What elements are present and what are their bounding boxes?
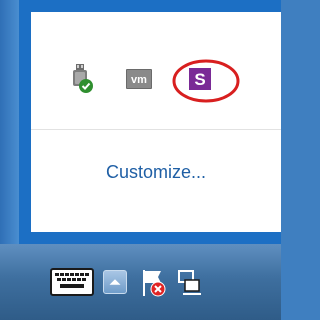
vm-icon-label: vm bbox=[131, 74, 147, 86]
overflow-panel: vm S Customize... bbox=[31, 12, 281, 232]
usb-safely-remove-icon[interactable] bbox=[68, 64, 94, 94]
customize-link[interactable]: Customize... bbox=[31, 162, 281, 183]
highlight-ellipse bbox=[172, 59, 240, 103]
taskbar bbox=[0, 244, 281, 320]
show-hidden-icons-button[interactable] bbox=[103, 270, 127, 294]
notification-overflow-popup: vm S Customize... bbox=[19, 0, 281, 244]
desktop-background bbox=[0, 0, 19, 244]
action-center-flag-icon[interactable] bbox=[138, 268, 168, 298]
vmware-tools-icon[interactable]: vm bbox=[126, 69, 152, 89]
network-icon[interactable] bbox=[175, 268, 203, 298]
touch-keyboard-icon[interactable] bbox=[50, 268, 94, 296]
overflow-icon-row: vm S bbox=[31, 12, 281, 130]
chevron-up-icon bbox=[109, 279, 121, 285]
